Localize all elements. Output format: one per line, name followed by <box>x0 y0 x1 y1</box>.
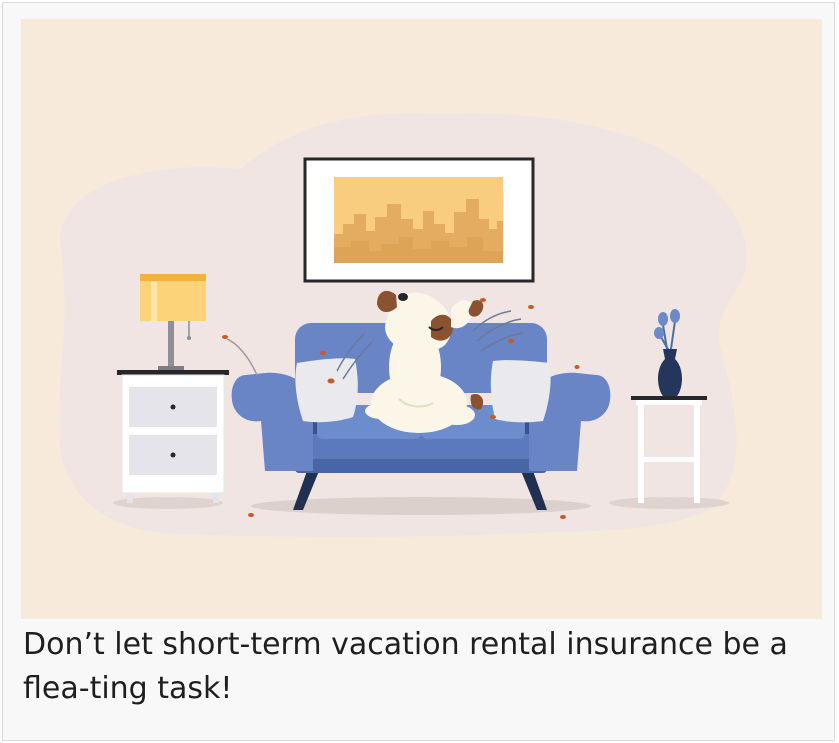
image-caption: Don’t let short-term vacation rental ins… <box>23 627 788 706</box>
nightstand-icon <box>117 370 229 503</box>
pillow-left <box>295 358 358 423</box>
image-card: Don’t let short-term vacation rental ins… <box>2 2 835 741</box>
pillow-right <box>490 360 551 423</box>
table-shadow <box>609 497 729 509</box>
flea-dog-illustration <box>21 19 822 619</box>
picture-frame-icon <box>303 157 535 283</box>
